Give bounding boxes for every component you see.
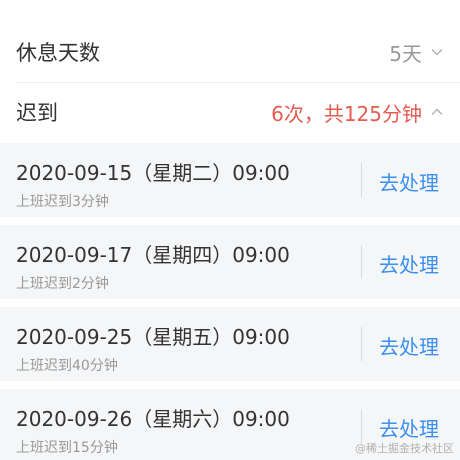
record-separator (361, 245, 362, 279)
rest-days-label: 休息天数 (16, 41, 100, 65)
late-record-datetime: 2020-09-17（星期四）09:00 (16, 243, 290, 267)
late-record-item: 2020-09-15（星期二）09:00 上班迟到3分钟 去处理 (0, 143, 460, 217)
late-record-desc: 上班迟到15分钟 (16, 440, 118, 456)
handle-button[interactable]: 去处理 (379, 167, 439, 196)
rest-days-row[interactable]: 休息天数 5天 (0, 22, 460, 82)
late-record-datetime: 2020-09-26（星期六）09:00 (16, 407, 290, 431)
late-record-desc: 上班迟到40分钟 (16, 358, 118, 374)
late-record-desc: 上班迟到3分钟 (16, 194, 109, 210)
late-record-datetime: 2020-09-15（星期二）09:00 (16, 161, 290, 185)
chevron-down-icon (431, 48, 443, 56)
chevron-up-icon (431, 108, 443, 116)
handle-button[interactable]: 去处理 (379, 249, 439, 278)
late-row[interactable]: 迟到 6次，共125分钟 (0, 83, 460, 141)
handle-button[interactable]: 去处理 (379, 413, 439, 442)
late-value: 6次，共125分钟 (271, 101, 422, 126)
watermark: @稀土掘金技术社区 (355, 442, 454, 455)
record-separator (361, 409, 362, 443)
handle-button[interactable]: 去处理 (379, 331, 439, 360)
late-record-item: 2020-09-17（星期四）09:00 上班迟到2分钟 去处理 (0, 225, 460, 299)
late-label: 迟到 (16, 101, 58, 125)
clipped-summary-row (0, 0, 460, 8)
record-separator (361, 327, 362, 361)
late-record-datetime: 2020-09-25（星期五）09:00 (16, 325, 290, 349)
rest-days-value: 5天 (389, 41, 422, 66)
late-record-desc: 上班迟到2分钟 (16, 276, 109, 292)
late-record-item: 2020-09-25（星期五）09:00 上班迟到40分钟 去处理 (0, 307, 460, 381)
record-separator (361, 163, 362, 197)
